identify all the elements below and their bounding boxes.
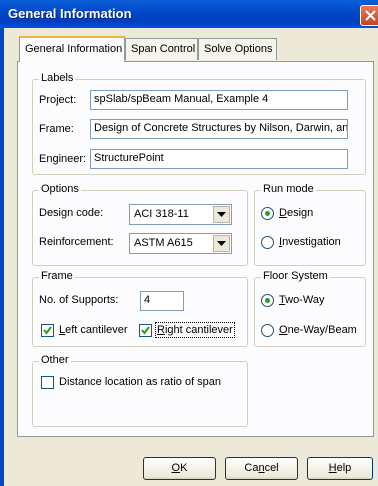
two-way-radio[interactable] [261,294,274,307]
frame-group-title: Frame [39,270,75,282]
frame-label: Frame: [39,123,74,135]
options-group-title: Options [39,183,81,195]
two-way-radio-label[interactable]: Two-Way [279,294,324,306]
labels-group: Labels Project: spSlab/spBeam Manual, Ex… [32,72,366,175]
investigation-radio[interactable] [261,236,274,249]
design-code-select[interactable]: ACI 318-11 [129,204,232,225]
supports-label: No. of Supports: [39,294,119,306]
one-way-radio[interactable] [261,324,274,337]
title-bar: General Information [0,0,378,28]
tab-panel: Labels Project: spSlab/spBeam Manual, Ex… [17,61,374,437]
engineer-field[interactable]: StructurePoint [90,149,348,169]
distance-ratio-label[interactable]: Distance location as ratio of span [59,376,221,388]
options-group: Options Design code: ACI 318-11 Reinforc… [32,183,248,266]
radio-selected-dot [265,298,270,303]
floor-system-group-title: Floor System [261,270,330,282]
frame-field[interactable]: Design of Concrete Structures by Nilson,… [90,119,348,139]
supports-field[interactable]: 4 [140,291,184,311]
distance-ratio-checkbox[interactable] [41,376,54,389]
run-mode-group: Run mode Design Investigation [254,183,366,266]
project-label: Project: [39,94,77,106]
help-button[interactable]: Help [307,457,373,480]
dropdown-arrow-icon[interactable] [213,206,230,223]
floor-system-group: Floor System Two-Way One-Way/Beam [254,270,366,347]
window-frame-left [0,28,4,486]
ok-button[interactable]: OK [143,457,216,480]
tab-label: Solve Options [204,43,273,55]
tab-label: Span Control [131,43,196,55]
dropdown-arrow-icon[interactable] [213,235,230,252]
window-title: General Information [8,6,132,21]
tab-span-control[interactable]: Span Control [125,38,198,60]
checkmark-icon [141,326,150,335]
frame-group: Frame No. of Supports: 4 Left cantilever… [32,270,248,347]
cancel-button[interactable]: Cancel [225,457,298,480]
reinforcement-value: ASTM A615 [134,237,193,249]
close-button[interactable] [360,5,378,26]
checkmark-icon [43,326,52,335]
investigation-radio-label[interactable]: Investigation [279,236,341,248]
run-mode-group-title: Run mode [261,183,316,195]
engineer-label: Engineer: [39,153,87,165]
right-cantilever-label[interactable]: Right cantilever [155,322,235,338]
tab-general-information[interactable]: General Information [19,36,125,62]
right-cantilever-checkbox[interactable] [139,324,152,337]
tab-solve-options[interactable]: Solve Options [198,38,277,60]
other-group-title: Other [39,354,71,366]
radio-selected-dot [265,211,270,216]
left-cantilever-label[interactable]: Left cantilever [59,324,128,336]
design-radio[interactable] [261,207,274,220]
design-radio-label[interactable]: Design [279,207,313,219]
reinforcement-label: Reinforcement: [39,236,114,248]
design-code-label: Design code: [39,207,104,219]
reinforcement-select[interactable]: ASTM A615 [129,233,232,254]
other-group: Other Distance location as ratio of span [32,354,248,427]
close-icon [365,10,376,21]
one-way-radio-label[interactable]: One-Way/Beam [279,324,357,336]
left-cantilever-checkbox[interactable] [41,324,54,337]
labels-group-title: Labels [39,72,76,84]
design-code-value: ACI 318-11 [134,208,189,220]
tab-label: General Information [25,43,123,55]
project-field[interactable]: spSlab/spBeam Manual, Example 4 [90,90,348,110]
